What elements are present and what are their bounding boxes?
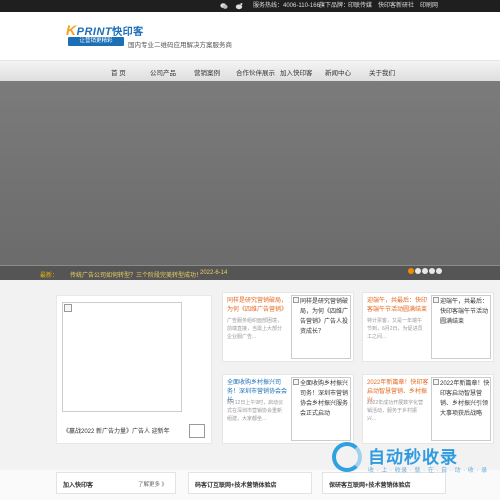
featured-thumb[interactable] (189, 424, 205, 438)
carousel-dot-4[interactable] (429, 268, 435, 274)
news-card-title[interactable]: 迎端午，共最后：快印客端午节活动圆满结束 (367, 297, 429, 315)
ticker-date: 2022-6-14 (200, 270, 228, 276)
news-card-image[interactable]: 迎端午，共最后：快印客端午节活动圆满结束 (431, 295, 491, 359)
ticker-headline[interactable]: 传统广告公司如何转型？三个阶段完美转型成功！ (70, 270, 202, 279)
watermark: 自动秒收录 收 · 上 · 收录 · 就 · 在 · 自 · 动 · 收 · 录 (332, 440, 492, 480)
logo-wordmark: KPRINT快印客 (66, 22, 144, 38)
top-bar: 服务热线：4006-110-166 旗下品牌： 印联传媒 快印客新研社 印刷网 (0, 0, 500, 12)
carousel-dot-3[interactable] (422, 268, 428, 274)
join-box[interactable]: 加入快印客 了解更多 》 (56, 472, 176, 494)
carousel-dots (408, 268, 443, 275)
store-box-2-title: 保研客互联网+技术营销体验店 (329, 483, 411, 489)
news-card-image[interactable]: 2022年新篇章！快印客启动智慧营销、乡村振兴引领大事项获后战略 (431, 377, 491, 441)
news-card-desc: 特计票客，又是一年端午节到，6月2日，为促进员工之间... (367, 318, 423, 340)
brand-link-1[interactable]: 印联传媒 (348, 2, 372, 10)
store-box-1-title: 码客订互联网+技术营销体验店 (195, 483, 277, 489)
broken-image-icon (64, 304, 72, 312)
news-card-title[interactable]: 同样是研究营销破局，为何《四维广告营销》 (227, 297, 289, 315)
nav-news[interactable]: 新闻中心 (325, 67, 351, 77)
news-card-image[interactable]: 同样是研究营销破局，为何《四维广告营销》广告人投资成长？ (291, 295, 351, 359)
brand-link-3[interactable]: 印刷网 (420, 2, 438, 10)
carousel-dot-1[interactable] (408, 268, 414, 274)
nav-products[interactable]: 公司产品 (150, 67, 176, 77)
main-nav: 首 页 公司产品 营销案例 合作伙伴展示 加入快印客 新闻中心 关于我们 (0, 60, 500, 81)
site-header: KPRINT快印客 让营销更精彩 国内专业二维码应用解决方案服务商 (0, 12, 500, 60)
hotline-text: 服务热线：4006-110-166 (253, 3, 320, 9)
featured-card[interactable]: 《赢战2022 新广告力量》广告人 迎新年 (56, 295, 212, 444)
weibo-icon[interactable] (235, 2, 243, 10)
news-card-2[interactable]: 迎端午，共最后：快印客端午节活动圆满结束 特计票客，又是一年端午节到，6月2日，… (362, 292, 494, 362)
nav-about[interactable]: 关于我们 (369, 67, 395, 77)
watermark-logo-icon (332, 442, 362, 472)
news-card-1[interactable]: 同样是研究营销破局，为何《四维广告营销》 广告服务组织面部困境，前端直接，当需上… (222, 292, 354, 362)
site-tagline: 国内专业二维码应用解决方案服务商 (128, 42, 232, 49)
news-card-desc: 广告服务组织面部困境，前端直接，当需上大部分企业服广告... (227, 318, 283, 340)
news-card-desc: 5月12日上午9时，启动仪式在深圳市营销协会重新组建，大家都坐... (227, 400, 284, 422)
join-box-more-link[interactable]: 了解更多 》 (138, 480, 167, 488)
nav-join[interactable]: 加入快印客 (280, 67, 313, 77)
news-card-desc: 2022年成功开展数字化营销活动，服务于乡村振兴... (367, 400, 424, 422)
featured-image[interactable] (62, 302, 182, 412)
brands-label: 旗下品牌： (319, 3, 350, 9)
broken-image-icon (433, 297, 439, 303)
wechat-icon[interactable] (220, 2, 228, 10)
hero-banner[interactable] (0, 81, 500, 280)
news-card-4[interactable]: 2022年新篇章！快印客启动智慧营销、乡村振兴 2022年成功开展数字化营销活动… (362, 374, 494, 444)
featured-caption[interactable]: 《赢战2022 新广告力量》广告人 迎新年 (63, 426, 170, 435)
store-box-1[interactable]: 码客订互联网+技术营销体验店 (188, 472, 312, 494)
broken-image-icon (433, 379, 439, 385)
brand-link-2[interactable]: 快印客新研社 (378, 2, 414, 10)
nav-partners[interactable]: 合作伙伴展示 (236, 67, 275, 77)
news-card-3[interactable]: 全面收购乡村振兴司务！深圳市营销协会会长 5月12日上午9时，启动仪式在深圳市营… (222, 374, 354, 444)
watermark-subtitle: 收 · 上 · 收录 · 就 · 在 · 自 · 动 · 收 · 录 (368, 468, 488, 474)
broken-image-icon (293, 379, 299, 385)
ticker-tag: 最新： (40, 273, 59, 279)
join-box-title: 加入快印客 (63, 483, 94, 489)
logo-slogan: 让营销更精彩 (68, 37, 124, 46)
news-card-image[interactable]: 全面收购乡村振兴司务！深圳市营销协会乡村振兴服务会正式启动 (291, 377, 351, 441)
nav-cases[interactable]: 营销案例 (194, 67, 220, 77)
carousel-dot-2[interactable] (415, 268, 421, 274)
nav-home[interactable]: 首 页 (111, 67, 126, 77)
broken-image-icon (293, 297, 299, 303)
carousel-dot-5[interactable] (436, 268, 442, 274)
